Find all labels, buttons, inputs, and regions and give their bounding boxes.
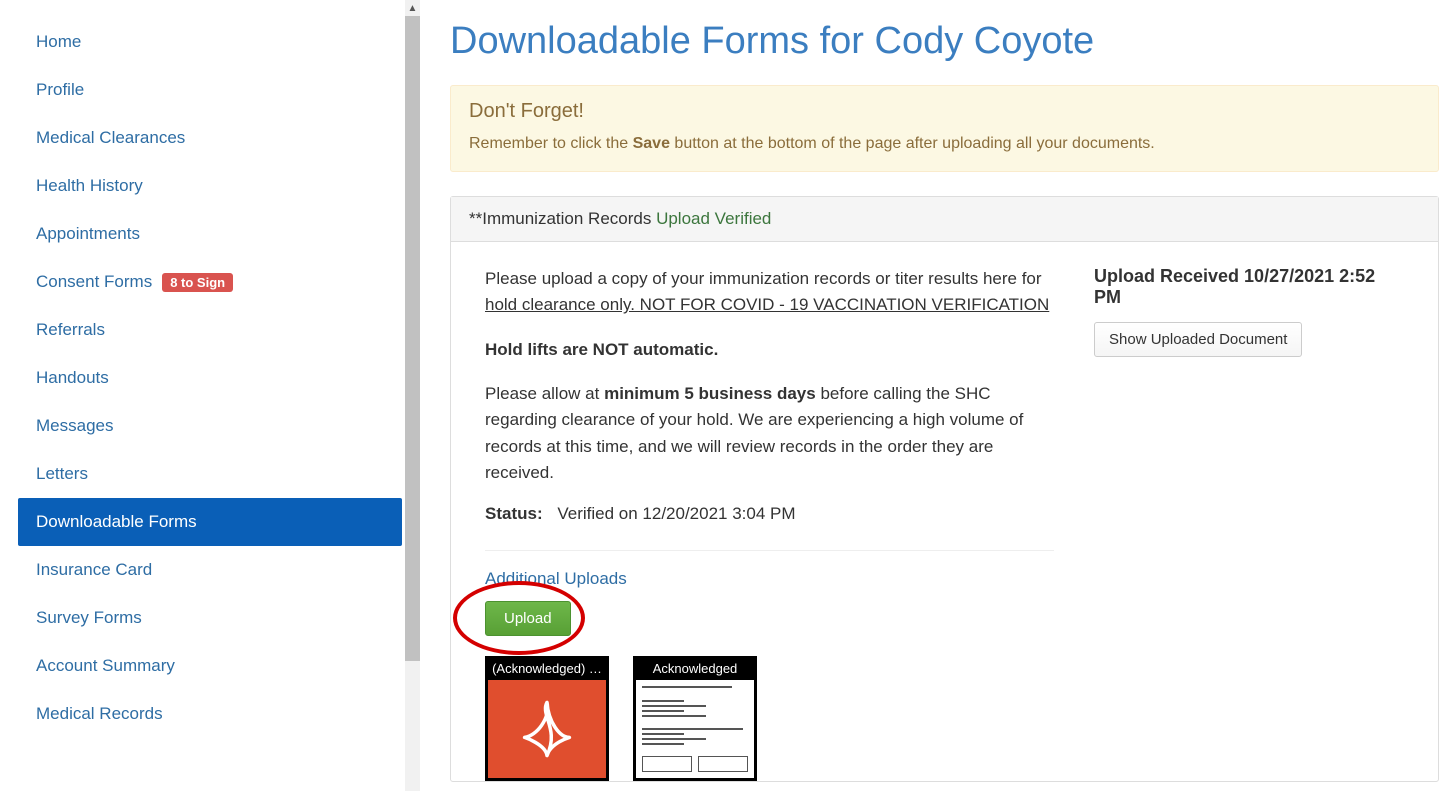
additional-uploads-title: Additional Uploads (485, 569, 1054, 589)
panel-header[interactable]: **Immunization Records Upload Verified (451, 197, 1438, 242)
alert-title: Don't Forget! (469, 100, 1420, 123)
instr2: Hold lifts are NOT automatic. (485, 340, 718, 359)
nav-insurance-card[interactable]: Insurance Card (18, 546, 402, 594)
panel-body: Please upload a copy of your immunizatio… (451, 242, 1438, 781)
nav-appointments[interactable]: Appointments (18, 210, 402, 258)
upload-received-title: Upload Received 10/27/2021 2:52 PM (1094, 266, 1404, 308)
nav-label: Insurance Card (36, 560, 152, 580)
upload-thumbnail[interactable]: Acknowledged (633, 656, 757, 781)
nav-home[interactable]: Home (18, 18, 402, 66)
nav-handouts[interactable]: Handouts (18, 354, 402, 402)
badge-to-sign: 8 to Sign (162, 273, 233, 292)
scroll-up-arrow-icon[interactable]: ▲ (405, 0, 420, 16)
nav-medical-clearances[interactable]: Medical Clearances (18, 114, 402, 162)
nav-label: Survey Forms (36, 608, 142, 628)
nav-label: Consent Forms (36, 272, 152, 292)
thumbnail-label: (Acknowledged) … (488, 659, 606, 680)
nav-label: Referrals (36, 320, 105, 340)
nav-profile[interactable]: Profile (18, 66, 402, 114)
status-label: Status: (485, 504, 543, 523)
status-value: Verified on 12/20/2021 3:04 PM (557, 504, 795, 523)
thumbnail-preview (636, 680, 754, 778)
document-icon (636, 680, 754, 778)
nav-letters[interactable]: Letters (18, 450, 402, 498)
nav-medical-records[interactable]: Medical Records (18, 690, 402, 738)
thumbnail-label: Acknowledged (636, 659, 754, 680)
sidebar-scrollbar[interactable]: ▲ (405, 0, 420, 791)
page-title: Downloadable Forms for Cody Coyote (450, 20, 1439, 63)
instr1-underline: hold clearance only. NOT FOR COVID - 19 … (485, 295, 1049, 314)
nav-label: Messages (36, 416, 113, 436)
adobe-pdf-icon (512, 694, 582, 764)
instr3-bold: minimum 5 business days (604, 384, 816, 403)
nav-label: Health History (36, 176, 143, 196)
nav-referrals[interactable]: Referrals (18, 306, 402, 354)
divider (485, 550, 1054, 551)
nav-survey-forms[interactable]: Survey Forms (18, 594, 402, 642)
nav-label: Downloadable Forms (36, 512, 197, 532)
immunization-panel: **Immunization Records Upload Verified P… (450, 196, 1439, 782)
panel-left: Please upload a copy of your immunizatio… (485, 266, 1054, 781)
nav-label: Medical Clearances (36, 128, 185, 148)
thumbnail-preview (488, 680, 606, 778)
pdf-icon (488, 680, 606, 778)
nav-downloadable-forms[interactable]: Downloadable Forms (18, 498, 402, 546)
nav-list: Home Profile Medical Clearances Health H… (0, 18, 420, 738)
upload-row: Upload (485, 601, 571, 636)
instr3-before: Please allow at (485, 384, 604, 403)
nav-label: Handouts (36, 368, 109, 388)
show-uploaded-document-button[interactable]: Show Uploaded Document (1094, 322, 1302, 357)
scroll-thumb[interactable] (405, 16, 420, 661)
upload-thumbnail[interactable]: (Acknowledged) … (485, 656, 609, 781)
panel-header-status: Upload Verified (656, 209, 771, 228)
nav-label: Profile (36, 80, 84, 100)
upload-button[interactable]: Upload (485, 601, 571, 636)
alert-text-bold: Save (633, 135, 670, 152)
instructions-line-3: Please allow at minimum 5 business days … (485, 381, 1054, 486)
reminder-alert: Don't Forget! Remember to click the Save… (450, 85, 1439, 172)
nav-health-history[interactable]: Health History (18, 162, 402, 210)
nav-label: Home (36, 32, 81, 52)
panel-header-prefix: **Immunization Records (469, 209, 656, 228)
alert-text: Remember to click the Save button at the… (469, 135, 1420, 153)
nav-label: Appointments (36, 224, 140, 244)
main-content: Downloadable Forms for Cody Coyote Don't… (420, 0, 1449, 791)
alert-text-before: Remember to click the (469, 135, 633, 152)
nav-label: Medical Records (36, 704, 163, 724)
sidebar: Home Profile Medical Clearances Health H… (0, 0, 420, 791)
instructions-line-1: Please upload a copy of your immunizatio… (485, 266, 1054, 319)
nav-messages[interactable]: Messages (18, 402, 402, 450)
instructions-line-2: Hold lifts are NOT automatic. (485, 337, 1054, 363)
nav-label: Account Summary (36, 656, 175, 676)
nav-account-summary[interactable]: Account Summary (18, 642, 402, 690)
instr1-before: Please upload a copy of your immunizatio… (485, 269, 1042, 288)
nav-label: Letters (36, 464, 88, 484)
alert-text-after: button at the bottom of the page after u… (670, 135, 1155, 152)
status-line: Status: Verified on 12/20/2021 3:04 PM (485, 504, 1054, 524)
nav-consent-forms[interactable]: Consent Forms 8 to Sign (18, 258, 402, 306)
panel-right: Upload Received 10/27/2021 2:52 PM Show … (1094, 266, 1404, 781)
upload-thumbnails: (Acknowledged) … Acknowledged (485, 656, 1054, 781)
